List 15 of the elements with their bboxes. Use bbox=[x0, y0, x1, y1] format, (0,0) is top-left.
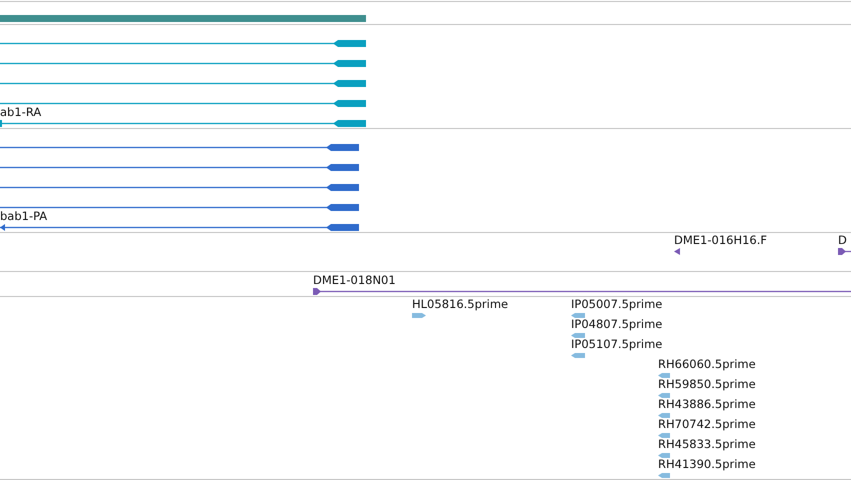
feature-label: RH59850.5prime bbox=[658, 377, 756, 391]
feature-label: IP05107.5prime bbox=[571, 337, 662, 351]
feature-label: RH45833.5prime bbox=[658, 437, 756, 451]
feature-label: RH41390.5prime bbox=[658, 457, 756, 471]
feature-label: RH66060.5prime bbox=[658, 357, 756, 371]
feature-label: ab1-RA bbox=[0, 105, 42, 119]
feature-label: HL05816.5prime bbox=[412, 297, 508, 311]
feature-label: IP04807.5prime bbox=[571, 317, 662, 331]
feature-label: DME1-016H16.F bbox=[674, 233, 768, 247]
feature-label: D bbox=[838, 233, 847, 247]
feature-label: bab1-PA bbox=[0, 209, 48, 223]
feature-label: RH43886.5prime bbox=[658, 397, 756, 411]
feature-label: RH70742.5prime bbox=[658, 417, 756, 431]
feature-label: IP05007.5prime bbox=[571, 297, 662, 311]
feature-label: DME1-018N01 bbox=[313, 273, 396, 287]
